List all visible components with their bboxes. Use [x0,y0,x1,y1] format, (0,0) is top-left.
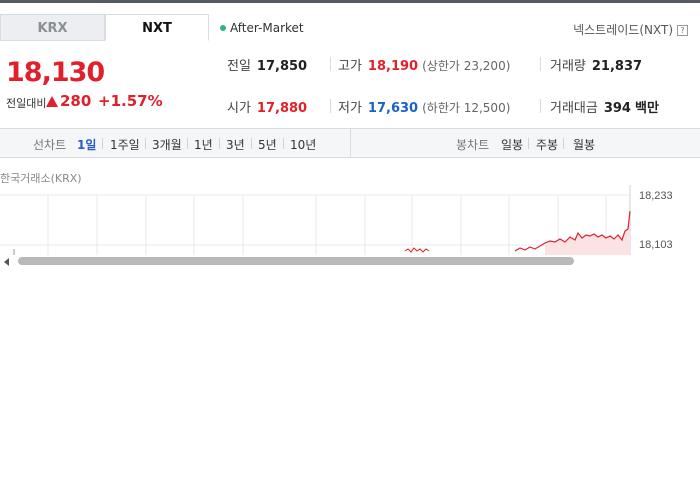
stat-low: 저가 17,630 (하한가 12,500) [338,97,510,116]
period-3y[interactable]: 3년 [226,136,245,153]
period-10y[interactable]: 10년 [290,136,316,153]
separator [528,138,529,149]
status-dot-icon [220,25,226,31]
exchange-info: 넥스트레이드(NXT)? [573,21,688,38]
scrollbar-thumb[interactable] [18,257,574,265]
stat-label: 시가 [227,101,251,116]
up-triangle-icon [46,96,58,107]
separator [283,138,284,149]
exchange-label: 넥스트레이드(NXT) [573,23,673,37]
divider [330,99,331,113]
line-chart-header: 선차트 [33,138,67,152]
stat-value: 17,850 [256,59,308,74]
period-bar: 선차트 1일 1주일 3개월 1년 3년 5년 10년 봉차트 일봉 주봉 월봉 [0,128,700,158]
period-3m[interactable]: 3개월 [152,136,182,153]
divider [350,129,351,158]
period-5y[interactable]: 5년 [258,136,277,153]
divider [330,57,331,71]
stat-label: 저가 [338,101,362,116]
price-chart: 18,233 18,103 [0,185,673,255]
tab-nxt[interactable]: NXT [105,14,209,41]
chart-title: 한국거래소(KRX) [0,172,82,185]
help-icon[interactable]: ? [677,25,688,36]
stat-label: 고가 [338,59,362,74]
separator [251,138,252,149]
stat-value: 18,190 [367,59,419,74]
period-1y[interactable]: 1년 [194,136,213,153]
lower-limit: (하한가 12,500) [422,101,511,115]
separator [563,138,564,149]
stat-label: 전일 [227,59,251,74]
stat-amount: 거래대금 394 백만 [550,97,659,116]
change-value: 280 [60,92,92,110]
stat-prev-close: 전일 17,850 [227,55,307,74]
grid [0,185,631,255]
separator [145,138,146,149]
session-label: After-Market [230,21,304,35]
stat-value: 17,880 [256,101,308,116]
stat-value: 21,837 [591,59,643,74]
change-percent: +1.57% [98,92,163,110]
candle-weekly[interactable]: 주봉 [536,136,558,153]
candle-chart-header: 봉차트 [456,138,490,152]
period-1w[interactable]: 1주일 [110,136,140,153]
stat-label: 거래량 [550,59,586,74]
separator [219,138,220,149]
period-1d[interactable]: 1일 [77,136,96,153]
stat-value: 17,630 [367,101,419,116]
session-status: After-Market [220,21,304,35]
current-price: 18,130 [6,57,105,88]
y-tick-label: 18,103 [639,239,673,251]
price-line-early [404,247,430,253]
market-tabs: KRX NXT [0,14,210,42]
divider [540,57,541,71]
change-label: 전일대비 [6,97,47,110]
separator [187,138,188,149]
stat-volume: 거래량 21,837 [550,55,642,74]
stat-open: 시가 17,880 [227,97,307,116]
stat-label: 거래대금 [550,101,598,116]
y-tick-label: 18,233 [639,190,673,202]
candle-daily[interactable]: 일봉 [501,136,523,153]
upper-limit: (상한가 23,200) [422,59,511,73]
tab-krx[interactable]: KRX [0,14,105,41]
separator [102,138,103,149]
divider [540,99,541,113]
candle-monthly[interactable]: 월봉 [573,136,595,153]
stat-high: 고가 18,190 (상한가 23,200) [338,55,510,74]
top-border [0,0,700,3]
stat-unit: 백만 [634,101,659,116]
scroll-left-icon[interactable] [4,258,9,266]
stat-value: 394 [603,101,631,116]
